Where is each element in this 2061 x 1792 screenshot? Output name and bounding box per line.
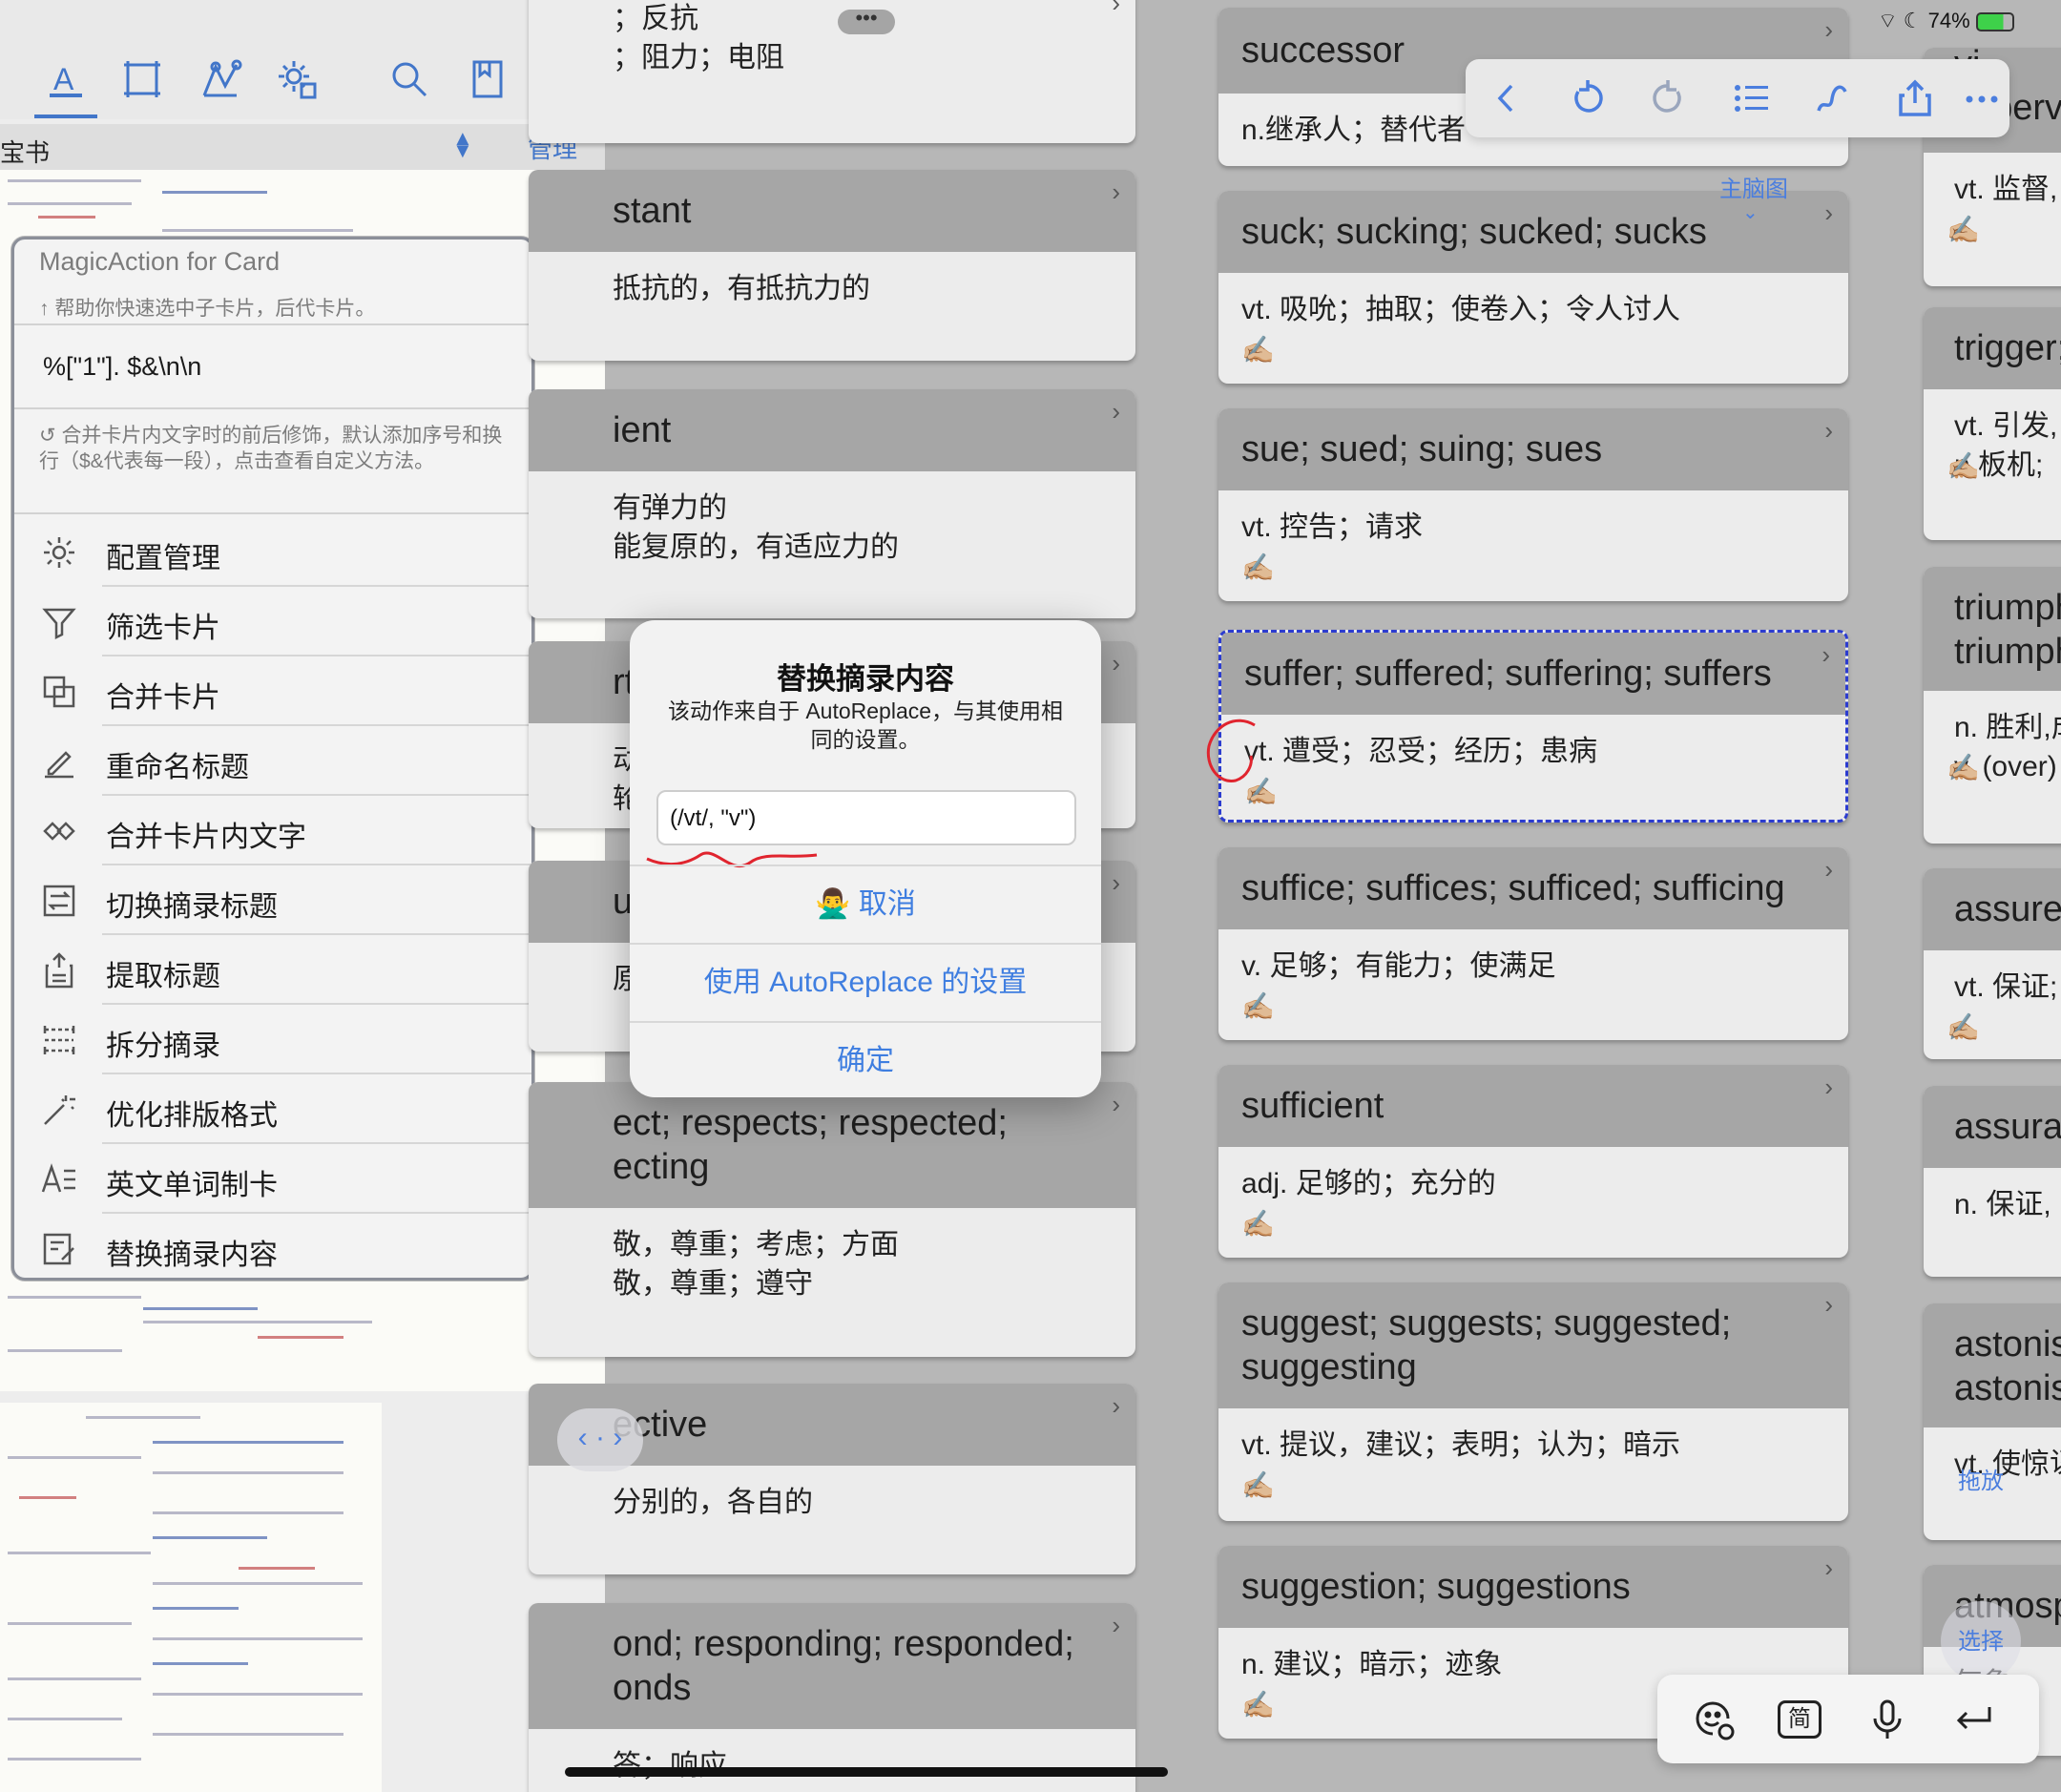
mindmap-nav-bar: [1466, 59, 2009, 137]
home-indicator: [565, 1767, 1168, 1777]
wifi-icon: ⌔: [1878, 9, 1904, 32]
battery-icon: [1975, 12, 2014, 32]
dialog-title: 替换摘录内容: [777, 662, 954, 696]
more-options-icon[interactable]: [1962, 78, 2002, 118]
undo-icon[interactable]: [1567, 78, 1607, 118]
keyboard-accessory-bar: 简: [1657, 1675, 2039, 1763]
status-bar: ⌔ ☾ 74%: [1878, 8, 2014, 34]
use-autoreplace-settings-button[interactable]: 使用 AutoReplace 的设置: [630, 943, 1101, 1021]
select-mode-label[interactable]: 选择: [1958, 1622, 2004, 1656]
outline-list-icon[interactable]: [1731, 78, 1771, 118]
split-view-handle[interactable]: •••: [838, 8, 895, 34]
chevron-down-icon[interactable]: ⌄: [1742, 200, 1759, 224]
return-key-icon[interactable]: [1951, 1698, 1995, 1741]
microphone-icon[interactable]: [1865, 1698, 1909, 1741]
page-switch-button[interactable]: ‹ · ›: [557, 1408, 643, 1471]
person-gesturing-no-icon: 🙅‍♂️: [815, 888, 851, 920]
cancel-button[interactable]: 🙅‍♂️ 取消: [630, 865, 1101, 943]
emoji-keyboard-icon[interactable]: [1692, 1698, 1736, 1741]
share-icon[interactable]: [1895, 78, 1935, 118]
chevron-right-icon: ›: [613, 1422, 623, 1453]
redo-icon[interactable]: [1649, 78, 1689, 118]
simplified-chinese-toggle[interactable]: 简: [1778, 1698, 1822, 1741]
chevron-left-icon: ‹: [577, 1422, 588, 1453]
moon-icon: ☾: [1903, 9, 1928, 32]
battery-level: 74%: [1927, 9, 1970, 32]
cancel-label: 取消: [858, 888, 916, 920]
drag-mode-label[interactable]: 拖放: [1958, 1462, 2004, 1495]
ok-button[interactable]: 确定: [630, 1021, 1101, 1097]
back-icon[interactable]: [1487, 78, 1527, 118]
simplified-label: 简: [1778, 1700, 1822, 1739]
dialog-message: 该动作来自于 AutoReplace，与其使用相同的设置。: [667, 698, 1064, 752]
mindmap-root-label[interactable]: 主脑图: [1719, 170, 1788, 203]
draw-stroke-icon[interactable]: [1813, 78, 1853, 118]
replace-excerpt-dialog: 替换摘录内容 该动作来自于 AutoReplace，与其使用相同的设置。 (/v…: [630, 620, 1101, 1097]
